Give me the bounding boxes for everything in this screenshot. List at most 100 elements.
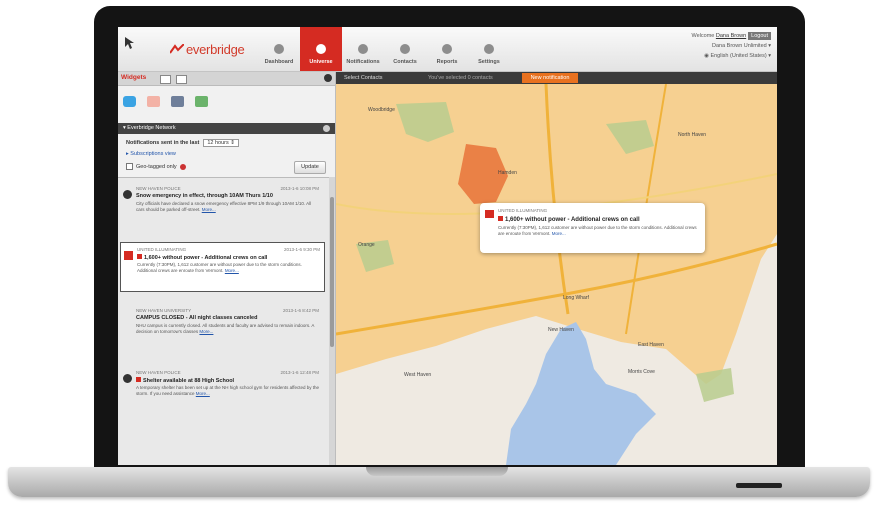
map-label: East Haven: [638, 342, 664, 348]
alert-title: Snow emergency in effect, through 10AM T…: [136, 193, 273, 199]
widgets-panel: Widgets ▾ Everbridge Network Notificatio…: [118, 72, 336, 465]
alert-source: NEW HAVEN POLICE: [136, 186, 181, 191]
period-select[interactable]: 12 hours ⇕: [203, 139, 239, 147]
map-label: Orange: [358, 242, 375, 248]
severity-icon: [137, 254, 142, 259]
more-link[interactable]: More...: [225, 268, 239, 273]
logout-button[interactable]: Logout: [748, 32, 771, 40]
alert-text: City officials have declared a snow emer…: [136, 201, 312, 212]
widgets-title: Widgets: [121, 74, 147, 81]
twitter-icon[interactable]: [123, 96, 136, 107]
nav-contacts[interactable]: Contacts: [384, 27, 426, 71]
alert-title: 1,600+ without power - Additional crews …: [137, 254, 267, 261]
map-label: Long Wharf: [563, 295, 589, 301]
map-label: West Haven: [404, 372, 432, 378]
scrollbar-thumb[interactable]: [330, 197, 334, 347]
org-select[interactable]: Dana Brown Unlimited ▾: [621, 41, 771, 51]
nav-label: Settings: [478, 59, 500, 65]
popup-body: Currently (7:30PM), 1,612 customer are w…: [498, 225, 698, 237]
nav-dashboard[interactable]: Dashboard: [258, 27, 300, 71]
single-column-icon[interactable]: [160, 75, 171, 84]
map-label: Morris Cove: [628, 369, 655, 375]
alert-text: NHU campus is currently closed. All stud…: [136, 323, 315, 334]
notifications-icon: [358, 44, 368, 54]
geo-filter[interactable]: Geo-tagged only: [126, 163, 186, 170]
alert-text: Currently (7:30PM), 1,612 customer are w…: [137, 262, 302, 273]
alert-item[interactable]: NEW HAVEN UNIVERSITY 2013-1-6 8:42 PM CA…: [120, 304, 323, 352]
language-select[interactable]: ◉ English (United States) ▾: [621, 51, 771, 61]
map-toolbar: Select Contacts You've selected 0 contac…: [336, 72, 777, 84]
brand-mark-icon: [170, 44, 184, 54]
social-widgets: [123, 96, 219, 107]
map-alert-popup[interactable]: UNITED ILLUMINATING 1,600+ without power…: [480, 203, 705, 253]
police-badge-icon: [123, 190, 132, 199]
nav-notifications[interactable]: Notifications: [342, 27, 384, 71]
alerts-scrollbar[interactable]: [329, 177, 335, 465]
network-header[interactable]: ▾ Everbridge Network: [118, 123, 335, 134]
subscriptions-label: Subscriptions view: [130, 151, 176, 157]
geo-checkbox[interactable]: [126, 163, 133, 170]
clear-icon[interactable]: [179, 163, 186, 170]
alert-item[interactable]: NEW HAVEN POLICE 2013-1-6 12:48 PM Shelt…: [120, 366, 323, 414]
laptop-vent: [736, 483, 782, 488]
nav-label: Reports: [436, 59, 458, 65]
alert-title-text: 1,600+ without power - Additional crews …: [144, 255, 268, 261]
more-link[interactable]: More...: [552, 231, 566, 236]
main-nav: Dashboard Universe Notifications Contact…: [258, 27, 510, 71]
user-panel: Welcome Dana Brown Logout Dana Brown Unli…: [621, 31, 771, 61]
nav-universe[interactable]: Universe: [300, 27, 342, 71]
new-notification-button[interactable]: New notification: [522, 73, 578, 83]
popup-text: Currently (7:30PM), 1,612 customer are w…: [498, 225, 697, 236]
screen: everbridge Dashboard Universe Notificati…: [118, 27, 777, 465]
cursor-icon[interactable]: [124, 36, 138, 50]
map-canvas[interactable]: [336, 84, 777, 465]
network-icon[interactable]: [195, 96, 208, 107]
settings-icon: [484, 44, 494, 54]
more-link[interactable]: More...: [199, 329, 213, 334]
alert-body: A temporary shelter has been set up at t…: [136, 385, 320, 397]
add-widget-icon[interactable]: [324, 74, 332, 82]
popup-source: UNITED ILLUMINATING: [498, 208, 548, 213]
alert-body: Currently (7:30PM), 1,612 customer are w…: [137, 262, 321, 274]
nav-settings[interactable]: Settings: [468, 27, 510, 71]
select-contacts-button[interactable]: Select Contacts: [344, 72, 383, 84]
widgets-header: Widgets: [118, 72, 335, 86]
nav-reports[interactable]: Reports: [426, 27, 468, 71]
weather-icon[interactable]: [171, 96, 184, 107]
more-link[interactable]: More...: [202, 207, 216, 212]
map-label: Hamden: [498, 170, 517, 176]
more-link[interactable]: More...: [196, 391, 210, 396]
severity-icon: [136, 377, 141, 382]
nav-label: Dashboard: [264, 59, 294, 65]
utility-logo-icon: [124, 251, 133, 260]
reports-icon: [442, 44, 452, 54]
alert-item[interactable]: NEW HAVEN POLICE 2013-1-6 10:08 PM Snow …: [120, 182, 323, 230]
brand-logo[interactable]: everbridge: [170, 41, 245, 57]
police-badge-icon: [123, 374, 132, 383]
notifications-period: Notifications sent in the last 12 hours ⇕: [126, 139, 239, 147]
alert-time: 2013-1-6 9:30 PM: [283, 247, 320, 252]
alert-body: NHU campus is currently closed. All stud…: [136, 323, 320, 335]
utility-logo-icon: [485, 210, 494, 218]
top-bar: everbridge Dashboard Universe Notificati…: [118, 27, 777, 72]
alert-title-text: Shelter available at 88 High School: [143, 378, 235, 384]
two-column-icon[interactable]: [176, 75, 187, 84]
period-value: 12 hours: [207, 140, 229, 146]
network-title: Everbridge Network: [127, 125, 176, 131]
alert-body: City officials have declared a snow emer…: [136, 201, 320, 213]
brand-name: everbridge: [186, 41, 245, 57]
rss-icon[interactable]: [147, 96, 160, 107]
user-name-link[interactable]: Dana Brown: [716, 33, 746, 39]
alert-source: UNITED ILLUMINATING: [137, 247, 187, 252]
laptop-notch: [366, 467, 508, 476]
alerts-list: NEW HAVEN POLICE 2013-1-6 10:08 PM Snow …: [118, 177, 329, 465]
dashboard-icon: [274, 44, 284, 54]
update-button[interactable]: Update: [294, 161, 326, 174]
alert-text: A temporary shelter has been set up at t…: [136, 385, 320, 396]
selection-status: You've selected 0 contacts: [428, 75, 493, 81]
subscriptions-link[interactable]: ▸ Subscriptions view: [126, 151, 176, 157]
alert-time: 2013-1-6 12:48 PM: [280, 370, 319, 375]
alert-title: CAMPUS CLOSED - All night classes cancel…: [136, 315, 258, 321]
close-icon[interactable]: [323, 125, 330, 132]
alert-item-selected[interactable]: UNITED ILLUMINATING 2013-1-6 9:30 PM 1,6…: [120, 242, 325, 292]
